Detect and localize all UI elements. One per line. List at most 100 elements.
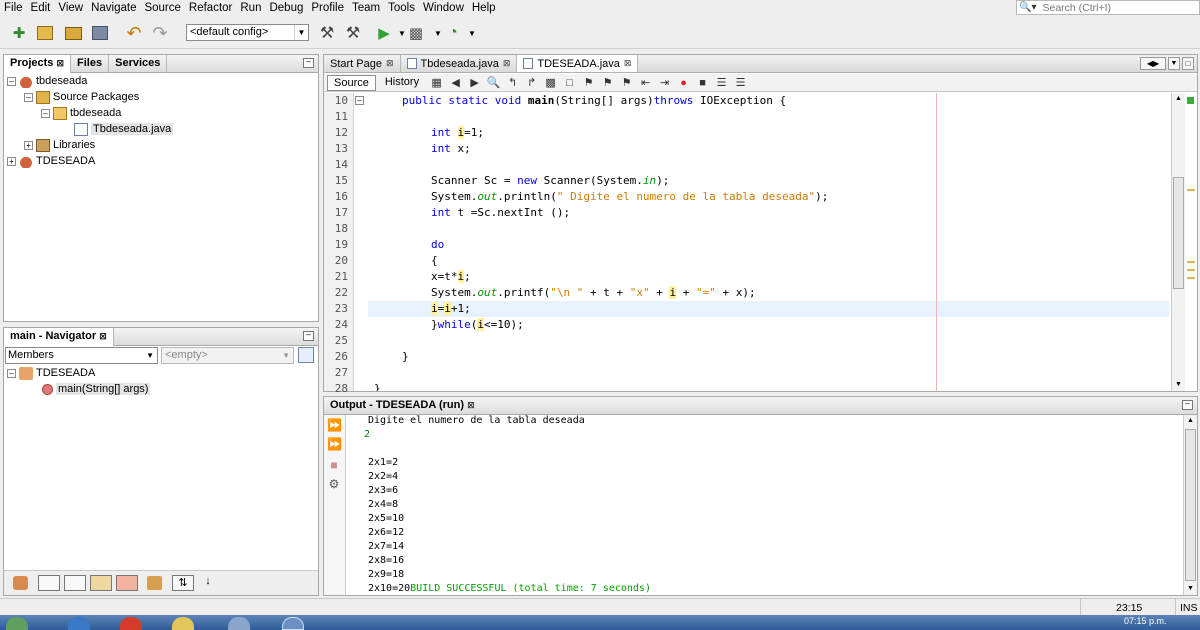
- profile-icon[interactable]: ◔: [443, 23, 463, 43]
- tab-tbdeseada-java[interactable]: Tbdeseada.java ⊠: [401, 55, 518, 72]
- filter-fields-icon[interactable]: [38, 575, 60, 591]
- clean-build-icon[interactable]: ⚒: [343, 23, 363, 43]
- collapse-icon[interactable]: –: [41, 108, 50, 118]
- output-settings-icon[interactable]: ⚙: [327, 477, 341, 491]
- code-area[interactable]: public static void main(String[] args)th…: [368, 93, 1169, 391]
- menu-team[interactable]: Team: [348, 2, 384, 14]
- filter-inherited-icon[interactable]: [116, 575, 138, 591]
- scrollbar-thumb[interactable]: [1185, 429, 1196, 581]
- close-icon[interactable]: ⊠: [467, 400, 475, 410]
- start-macro-icon[interactable]: ●: [676, 76, 691, 90]
- fold-toggle-icon[interactable]: –: [355, 96, 364, 105]
- app-icon[interactable]: [228, 617, 250, 630]
- tree-project-tbdeseada[interactable]: – tbdeseada: [7, 73, 87, 89]
- scrollbar-thumb[interactable]: [1173, 177, 1184, 289]
- stop-icon[interactable]: ■: [327, 458, 341, 472]
- nav-tree-class[interactable]: – TDESEADA: [7, 365, 95, 381]
- build-hammer-icon[interactable]: ⚒: [317, 23, 337, 43]
- collapse-icon[interactable]: –: [7, 76, 16, 86]
- save-all-icon[interactable]: [90, 23, 110, 43]
- scroll-tabs-icon[interactable]: ◀▶: [1140, 57, 1166, 70]
- minimize-icon[interactable]: –: [303, 58, 314, 68]
- mark-occurrence-marker[interactable]: [1187, 189, 1195, 191]
- scroll-down-icon[interactable]: ▼: [1172, 379, 1185, 391]
- nav-tree-method[interactable]: main(String[] args): [42, 381, 151, 397]
- find-icon[interactable]: 🔍: [486, 76, 501, 90]
- previous-bookmark-icon[interactable]: ⚑: [581, 76, 596, 90]
- scroll-down-icon[interactable]: ▼: [1184, 583, 1197, 595]
- navigator-filter-select[interactable]: <empty> ▼: [161, 347, 294, 364]
- close-icon[interactable]: ⊠: [56, 58, 64, 68]
- menu-run[interactable]: Run: [236, 2, 265, 14]
- maximize-icon[interactable]: □: [1182, 57, 1194, 70]
- filter-fqn-icon[interactable]: [147, 576, 162, 590]
- close-icon[interactable]: ⊠: [624, 58, 632, 69]
- scroll-up-icon[interactable]: ▲: [1184, 415, 1197, 427]
- tab-tdeseada-java[interactable]: TDESEADA.java ⊠: [517, 55, 639, 72]
- collapse-icon[interactable]: –: [24, 92, 33, 102]
- next-bookmark-icon[interactable]: ⚑: [600, 76, 615, 90]
- shift-left-icon[interactable]: ⇤: [638, 76, 653, 90]
- menu-source[interactable]: Source: [140, 2, 184, 14]
- back-icon[interactable]: ◀: [448, 76, 463, 90]
- tab-start-page[interactable]: Start Page ⊠: [324, 55, 401, 72]
- rerun-icon[interactable]: ⏩: [327, 418, 342, 432]
- open-project-icon[interactable]: [63, 23, 83, 43]
- mark-occurrence-marker[interactable]: [1187, 277, 1195, 279]
- mark-occurrence-marker[interactable]: [1187, 261, 1195, 263]
- last-edit-icon[interactable]: ▦: [429, 76, 444, 90]
- menu-tools[interactable]: Tools: [384, 2, 419, 14]
- uncomment-icon[interactable]: ☰: [733, 76, 748, 90]
- tab-navigator[interactable]: main - Navigator ⊠: [4, 328, 114, 346]
- close-icon[interactable]: ⊠: [503, 58, 511, 69]
- tree-file-tbdeseada-java[interactable]: Tbdeseada.java: [74, 121, 174, 137]
- stop-macro-icon[interactable]: ■: [695, 76, 710, 90]
- redo-icon[interactable]: ↷: [150, 23, 170, 43]
- shift-right-icon[interactable]: ⇥: [657, 76, 672, 90]
- new-file-icon[interactable]: ✚: [9, 23, 29, 43]
- menu-edit[interactable]: Edit: [27, 2, 55, 14]
- navigator-settings-icon[interactable]: [298, 347, 314, 363]
- menu-help[interactable]: Help: [468, 2, 500, 14]
- menu-debug[interactable]: Debug: [265, 2, 307, 14]
- tree-libraries[interactable]: + Libraries: [24, 137, 95, 153]
- minimize-icon[interactable]: –: [1182, 400, 1193, 410]
- tree-package-tbdeseada[interactable]: – tbdeseada: [41, 105, 121, 121]
- menu-profile[interactable]: Profile: [307, 2, 348, 14]
- sort-by-name-icon[interactable]: ⇅: [172, 575, 194, 591]
- find-next-icon[interactable]: ↱: [524, 76, 539, 90]
- profile-dropdown-icon[interactable]: ▼: [462, 23, 482, 43]
- filter-static-icon[interactable]: [64, 575, 86, 591]
- editor-vertical-scrollbar[interactable]: ▲ ▼: [1171, 93, 1185, 391]
- expand-icon[interactable]: +: [7, 156, 16, 166]
- debug-icon[interactable]: ▩: [406, 23, 426, 43]
- search-input[interactable]: 🔍▾ Search (Ctrl+I): [1016, 0, 1200, 15]
- scroll-up-icon[interactable]: ▲: [1172, 93, 1185, 105]
- undo-icon[interactable]: ↶: [124, 23, 144, 43]
- selection-icon[interactable]: □: [562, 76, 577, 90]
- find-previous-icon[interactable]: ↰: [505, 76, 520, 90]
- error-stripe[interactable]: [1185, 93, 1197, 391]
- netbeans-task-icon[interactable]: [282, 617, 304, 630]
- sort-by-source-icon[interactable]: ↓: [199, 575, 217, 591]
- collapse-icon[interactable]: –: [7, 368, 16, 378]
- forward-icon[interactable]: ▶: [467, 76, 482, 90]
- tree-project-tdeseada[interactable]: + TDESEADA: [7, 153, 95, 169]
- new-project-icon[interactable]: [35, 23, 55, 43]
- members-select[interactable]: Members ▼: [5, 347, 158, 364]
- filter-class-icon[interactable]: [13, 576, 28, 590]
- history-button[interactable]: History: [379, 75, 425, 91]
- explorer-icon[interactable]: [172, 617, 194, 630]
- menu-navigate[interactable]: Navigate: [87, 2, 140, 14]
- expand-icon[interactable]: +: [24, 140, 33, 150]
- tab-projects[interactable]: Projects ⊠: [4, 55, 72, 73]
- menu-file[interactable]: File: [0, 2, 27, 14]
- minimize-icon[interactable]: –: [303, 331, 314, 341]
- filter-nonpublic-icon[interactable]: [90, 575, 112, 591]
- comment-icon[interactable]: ☰: [714, 76, 729, 90]
- tree-source-packages[interactable]: – Source Packages: [24, 89, 139, 105]
- close-icon[interactable]: ⊠: [386, 58, 394, 69]
- toggle-highlight-icon[interactable]: ▩: [543, 76, 558, 90]
- mark-occurrence-marker[interactable]: [1187, 269, 1195, 271]
- tab-files[interactable]: Files: [71, 55, 110, 73]
